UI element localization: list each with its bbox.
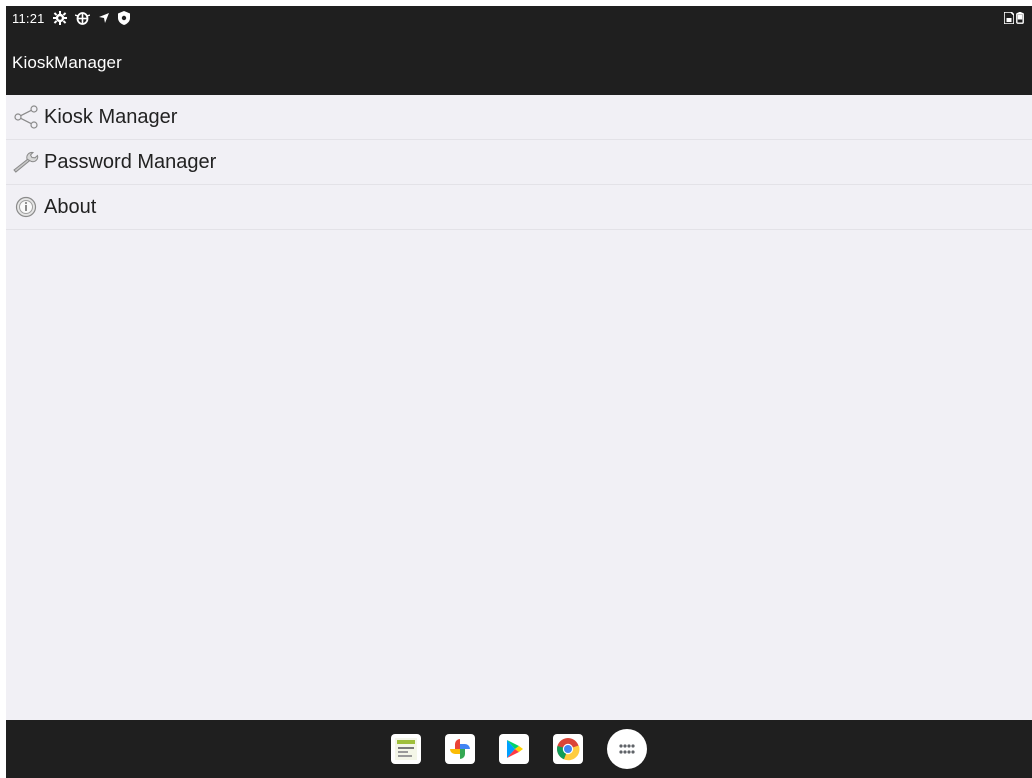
menu-item-kiosk-manager[interactable]: Kiosk Manager (6, 95, 1032, 140)
app-drawer-icon[interactable] (607, 729, 647, 769)
share-icon (12, 103, 40, 131)
menu-item-about[interactable]: About (6, 185, 1032, 230)
info-icon (12, 193, 40, 221)
app-bar: KioskManager (6, 30, 1032, 95)
status-bar: 11:21 (6, 6, 1032, 30)
menu-list: Kiosk Manager Password Manager About (6, 95, 1032, 230)
app-title: KioskManager (12, 52, 122, 72)
device-screen: 11:21 KioskManager Kiosk Manager Passwor… (6, 6, 1032, 778)
wrench-icon (12, 148, 40, 176)
navigation-dock (6, 720, 1032, 778)
menu-item-label: About (44, 195, 97, 218)
photos-icon[interactable] (445, 734, 475, 764)
status-time: 11:21 (12, 10, 45, 26)
status-left: 11:21 (12, 11, 130, 26)
play-store-icon[interactable] (499, 734, 529, 764)
navigation-icon (98, 12, 110, 24)
menu-item-password-manager[interactable]: Password Manager (6, 140, 1032, 185)
bug-icon (74, 11, 90, 25)
menu-item-label: Password Manager (44, 150, 217, 173)
settings-icon (52, 11, 67, 25)
sim-card-icon (1004, 12, 1014, 24)
menu-item-label: Kiosk Manager (44, 105, 178, 128)
chrome-icon[interactable] (553, 734, 583, 764)
kiosk-app-icon[interactable] (391, 734, 421, 764)
status-right (1004, 12, 1024, 24)
shield-icon (117, 11, 130, 25)
battery-icon (1016, 12, 1024, 24)
